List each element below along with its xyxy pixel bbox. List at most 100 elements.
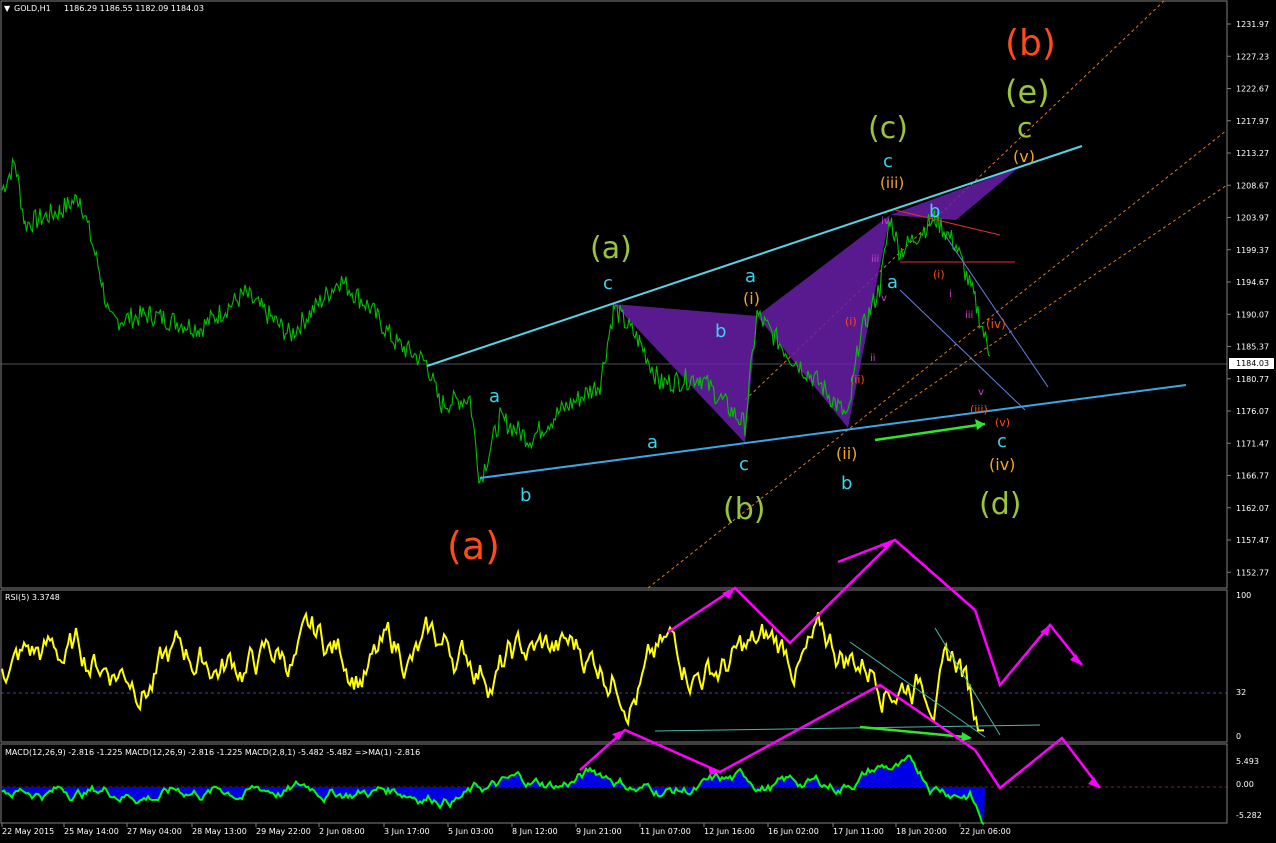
label-iv-red: (iv) — [986, 317, 1006, 331]
price-axis-label: 1185.37 — [1236, 343, 1269, 352]
time-axis-label: 18 Jun 20:00 — [896, 827, 947, 836]
label-i-red: (i) — [845, 315, 857, 328]
label-e: (e) — [1005, 73, 1050, 111]
magenta-path-macd-1 — [579, 683, 976, 774]
label-a-cyan-low: a — [647, 432, 658, 453]
rsi-panel-border — [0, 589, 1228, 743]
label-iv-orange: (iv) — [989, 455, 1015, 474]
rsi-label: RSI(5) 3.3748 — [5, 593, 60, 602]
price-axis-label: 1217.97 — [1236, 117, 1269, 126]
time-axis-label: 16 Jun 02:00 — [768, 827, 819, 836]
price-axis-label: 1190.07 — [1236, 310, 1269, 319]
label-c-cyan-left: c — [603, 273, 613, 294]
label-c-top: c — [1017, 111, 1032, 144]
label-i-orange: (i) — [743, 289, 760, 308]
price-axis-label: 1180.77 — [1236, 375, 1269, 384]
label-i-roman2: i — [949, 289, 952, 300]
current-price-label: 1184.03 — [1236, 359, 1269, 368]
price-axis-label: 1157.47 — [1236, 536, 1269, 545]
label-iii-roman: iii — [965, 310, 973, 321]
time-axis-label: 12 Jun 16:00 — [704, 827, 755, 836]
price-axis-label: 1199.37 — [1236, 246, 1269, 255]
chart-canvas: ▼ GOLD,H1 1186.29 1186.55 1182.09 1184.0… — [0, 0, 1274, 836]
label-b-cyan-right: b — [929, 201, 940, 222]
price-axis: 1231.97 1227.23 1222.67 1217.97 1213.27 1208.… — [1227, 20, 1269, 577]
price-axis-label: 1227.23 — [1236, 52, 1269, 61]
macd-level-top: 5.493 — [1236, 757, 1259, 766]
label-a-cyan-right: a — [887, 272, 898, 293]
green-arrow-main — [874, 422, 986, 442]
label-ii-red: (ii) — [850, 373, 865, 386]
label-b-cyan-low: b — [841, 473, 852, 494]
price-axis-label: 1176.07 — [1236, 407, 1269, 416]
label-v-top: (v) — [1013, 147, 1035, 166]
label-iii-roman2: iii — [871, 254, 879, 265]
header-symbol-arrow: ▼ — [4, 4, 11, 13]
label-i-red2: (i) — [933, 268, 945, 281]
rsi-level-100: 100 — [1236, 591, 1251, 600]
label-c-cyan-right: c — [997, 431, 1007, 452]
label-a-paren: (a) — [590, 231, 632, 266]
price-axis-label: 1213.27 — [1236, 149, 1269, 158]
label-b-cyan-mid: b — [715, 321, 726, 342]
label-a-paren-orange: (a) — [447, 524, 500, 568]
magenta-path-rsi-2 — [973, 609, 1083, 688]
label-a-cyan-mid: a — [745, 266, 756, 287]
label-b-big: (b) — [1005, 23, 1056, 64]
macd-histogram-area — [2, 758, 985, 821]
rsi-level-32: 32 — [1236, 688, 1246, 697]
time-axis-label: 28 May 13:00 — [192, 827, 247, 836]
magenta-path-macd-2 — [973, 736, 1101, 790]
time-axis-label: 29 May 22:00 — [256, 827, 311, 836]
time-axis-label: 17 Jun 11:00 — [833, 827, 884, 836]
label-ii-roman: ii — [870, 353, 876, 364]
time-axis: 22 May 2015 25 May 14:00 27 May 04:00 28 Ma… — [1, 823, 1011, 836]
green-arrow-main-head — [975, 419, 985, 430]
magenta-path-rsi-1 — [667, 543, 891, 645]
time-axis-label: 8 Jun 12:00 — [512, 827, 558, 836]
price-axis-label: 1194.67 — [1236, 278, 1269, 287]
label-iii-orange: (iii) — [880, 174, 904, 192]
time-axis-label: 22 May 2015 — [2, 827, 54, 836]
rsi-series-line — [1, 610, 984, 732]
pattern-triangle-2 — [757, 215, 890, 428]
rsi-trend-line-2 — [934, 627, 1001, 736]
label-c-cyan-top: c — [883, 151, 893, 172]
time-axis-label: 9 Jun 21:00 — [576, 827, 622, 836]
label-v-roman2: v — [881, 293, 887, 304]
label-ii-orange: (ii) — [836, 444, 857, 463]
price-axis-label: 1208.67 — [1236, 181, 1269, 190]
label-b-cyan-left: b — [520, 485, 531, 506]
magenta-arrowhead-macd — [1088, 777, 1100, 788]
price-axis-label: 1203.97 — [1236, 214, 1269, 223]
price-axis-label: 1152.77 — [1236, 568, 1269, 577]
header-symbol: GOLD,H1 — [14, 4, 51, 13]
label-d-paren: (d) — [979, 487, 1021, 522]
rsi-level-0: 0 — [1236, 732, 1241, 741]
label-c-cyan-low: c — [739, 454, 749, 475]
time-axis-label: 22 Jun 06:00 — [960, 827, 1011, 836]
label-b-paren: (b) — [723, 492, 765, 527]
price-axis-label: 1162.07 — [1236, 504, 1269, 513]
label-c-paren: (c) — [868, 111, 908, 146]
header-ohlc: 1186.29 1186.55 1182.09 1184.03 — [64, 4, 204, 13]
time-axis-label: 27 May 04:00 — [127, 827, 182, 836]
time-axis-label: 25 May 14:00 — [64, 827, 119, 836]
label-v-roman: v — [978, 387, 984, 398]
price-axis-label: 1231.97 — [1236, 20, 1269, 29]
magenta-arrowhead-rsi — [1070, 654, 1082, 665]
price-axis-label: 1166.77 — [1236, 472, 1269, 481]
label-iv-roman: iv — [881, 216, 890, 227]
price-axis-label: 1171.47 — [1236, 439, 1269, 448]
time-axis-label: 5 Jun 03:00 — [448, 827, 494, 836]
time-axis-label: 2 Jun 08:00 — [319, 827, 365, 836]
label-a-cyan-left: a — [489, 386, 500, 407]
macd-label: MACD(12,26,9) -2.816 -1.225 MACD(12,26,9… — [5, 748, 420, 757]
macd-level-bottom: -5.282 — [1236, 811, 1262, 820]
wave-labels: (b) (e) c (v) (c) c (iii) (a) c a (i) b … — [447, 23, 1056, 568]
pattern-triangle-3 — [890, 168, 1018, 220]
small-channel-1 — [899, 289, 1026, 411]
time-axis-label: 11 Jun 07:00 — [640, 827, 691, 836]
price-axis-label: 1222.67 — [1236, 85, 1269, 94]
label-v-red: (v) — [995, 416, 1010, 429]
